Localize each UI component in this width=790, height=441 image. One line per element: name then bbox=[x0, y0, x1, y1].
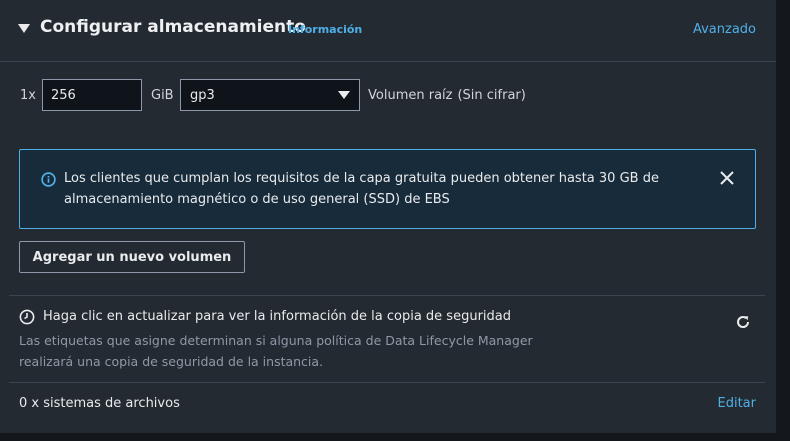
caret-down-icon bbox=[338, 91, 350, 99]
alert-message: Los clientes que cumplan los requisitos … bbox=[64, 171, 659, 207]
advanced-link[interactable]: Avanzado bbox=[693, 22, 756, 37]
divider bbox=[9, 382, 765, 383]
edit-filesystems-link[interactable]: Editar bbox=[718, 396, 757, 411]
free-tier-alert: Los clientes que cumplan los requisitos … bbox=[19, 149, 756, 229]
clock-icon bbox=[19, 309, 35, 325]
add-volume-button[interactable]: Agregar un nuevo volumen bbox=[19, 241, 245, 273]
page-background bbox=[776, 0, 790, 441]
divider bbox=[9, 295, 765, 296]
volume-size-input[interactable] bbox=[42, 79, 142, 111]
info-circle-icon bbox=[41, 172, 56, 187]
volume-row: 1x GiB gp3 Volumen raíz(Sin cifrar) bbox=[20, 79, 526, 111]
refresh-icon[interactable] bbox=[734, 313, 752, 331]
section-title[interactable]: Configurar almacenamiento bbox=[40, 17, 306, 37]
storage-panel: Configurar almacenamiento Información Av… bbox=[0, 0, 776, 433]
size-unit-label: GiB bbox=[151, 87, 174, 103]
root-volume-label: Volumen raíz (Sin cifrar) bbox=[368, 88, 526, 103]
backup-title: Haga clic en actualizar para ver la info… bbox=[43, 309, 511, 324]
backup-description: Las etiquetas que asigne determinan si a… bbox=[19, 333, 533, 369]
collapse-caret-icon[interactable] bbox=[18, 24, 30, 33]
volume-type-select[interactable]: gp3 bbox=[180, 79, 360, 111]
close-icon[interactable] bbox=[719, 170, 735, 186]
encryption-status: (Sin cifrar) bbox=[457, 87, 526, 103]
volume-type-value: gp3 bbox=[190, 87, 215, 103]
page-background bbox=[0, 433, 790, 441]
filesystems-label: 0 x sistemas de archivos bbox=[19, 396, 180, 411]
root-volume-text: Volumen raíz bbox=[368, 87, 453, 103]
section-header: Configurar almacenamiento Información Av… bbox=[0, 0, 776, 62]
volume-count: 1x bbox=[20, 87, 36, 103]
info-link[interactable]: Información bbox=[288, 23, 362, 36]
